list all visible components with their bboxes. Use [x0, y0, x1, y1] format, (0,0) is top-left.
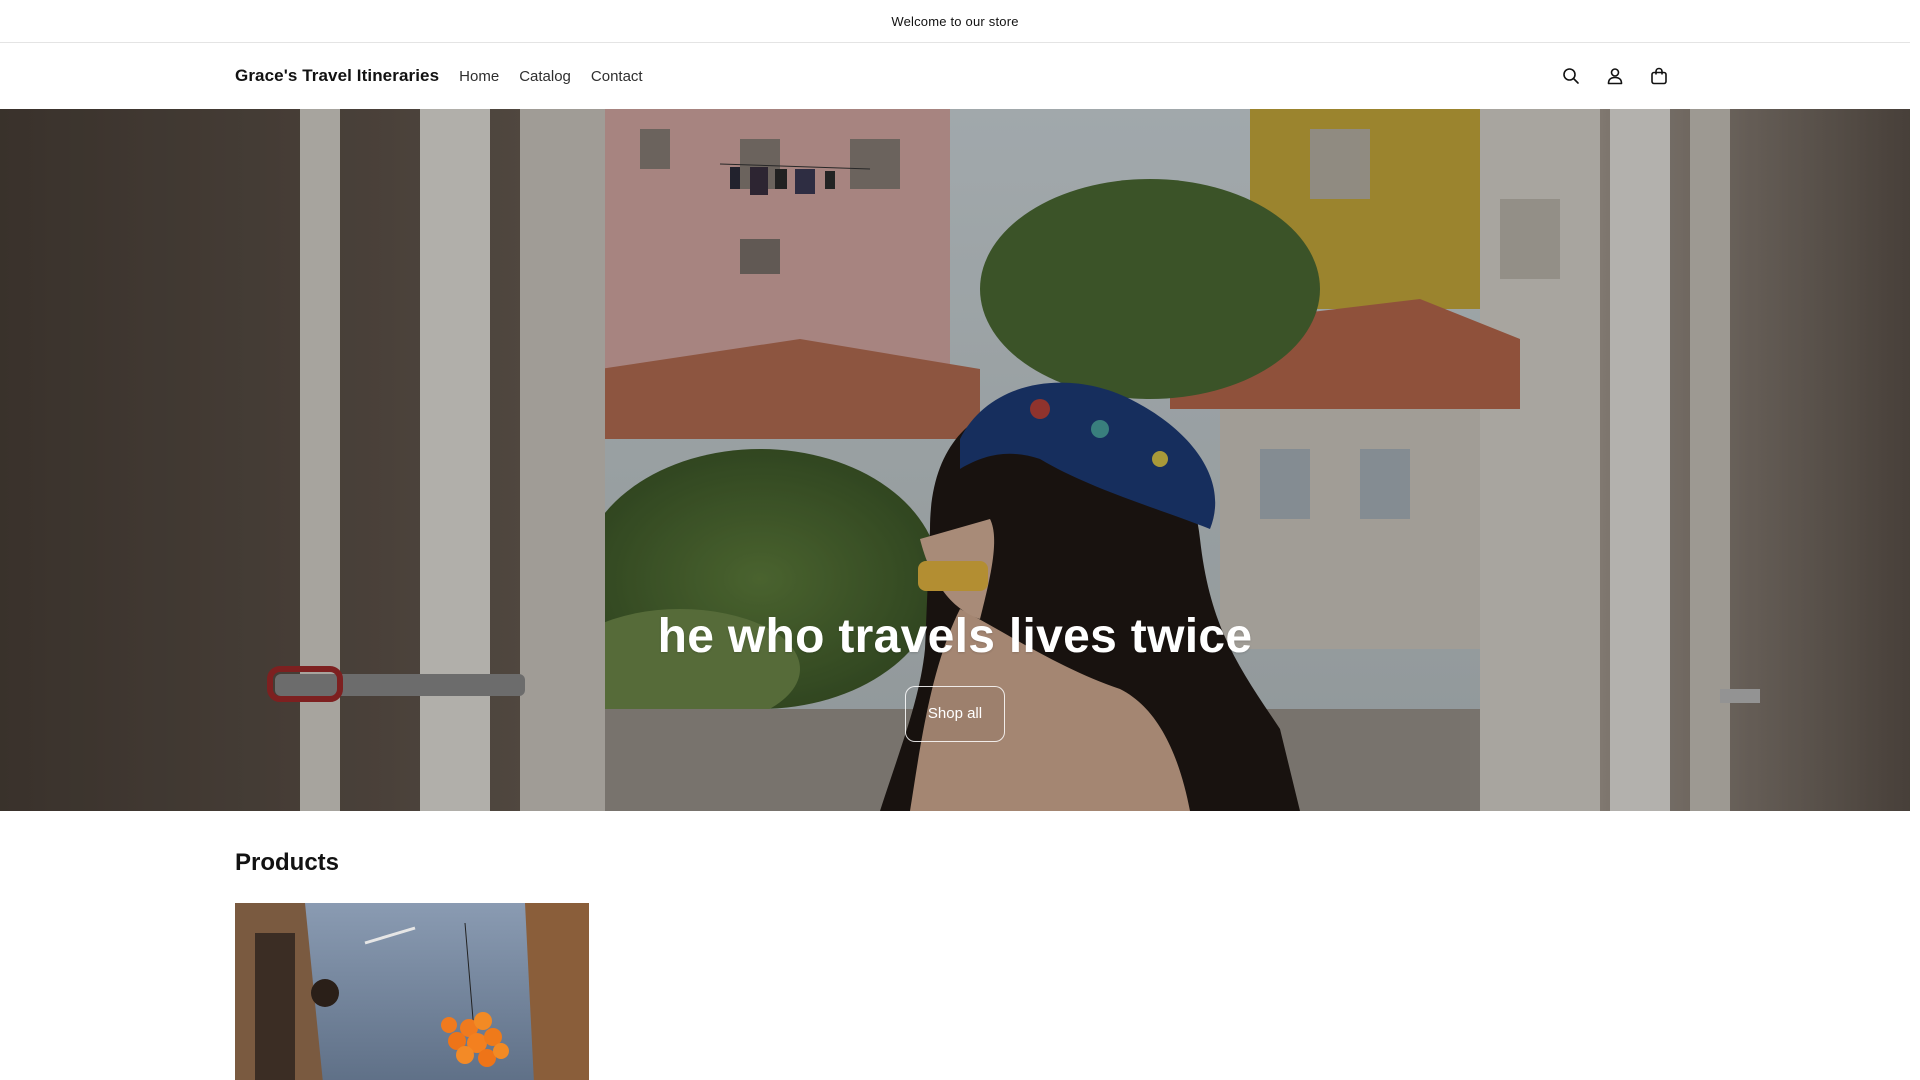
- header-icons: [1560, 43, 1670, 109]
- shop-all-button[interactable]: Shop all: [904, 686, 1006, 742]
- hero-banner: he who travels lives twice Shop all: [0, 109, 1910, 811]
- account-icon[interactable]: [1604, 65, 1626, 87]
- store-logo[interactable]: Grace's Travel Itineraries: [235, 66, 439, 86]
- products-title: Products: [235, 849, 340, 876]
- product-image: [235, 903, 589, 1080]
- search-icon[interactable]: [1560, 65, 1582, 87]
- site-header: Grace's Travel Itineraries Home Catalog …: [0, 43, 1910, 109]
- products-section: Products: [0, 851, 1910, 1080]
- storefront-page: Welcome to our store Grace's Travel Itin…: [0, 0, 1910, 1080]
- hero-heading: he who travels lives twice: [657, 610, 1253, 663]
- hero-content: he who travels lives twice Shop all: [0, 609, 1910, 742]
- cart-icon[interactable]: [1648, 65, 1670, 87]
- nav-home[interactable]: Home: [459, 68, 509, 85]
- announcement-text: Welcome to our store: [891, 13, 1019, 29]
- announcement-bar: Welcome to our store: [0, 0, 1910, 43]
- nav-catalog[interactable]: Catalog: [509, 68, 581, 85]
- product-card[interactable]: [235, 903, 589, 1080]
- nav-contact[interactable]: Contact: [581, 68, 653, 85]
- main-nav: Home Catalog Contact: [459, 68, 652, 85]
